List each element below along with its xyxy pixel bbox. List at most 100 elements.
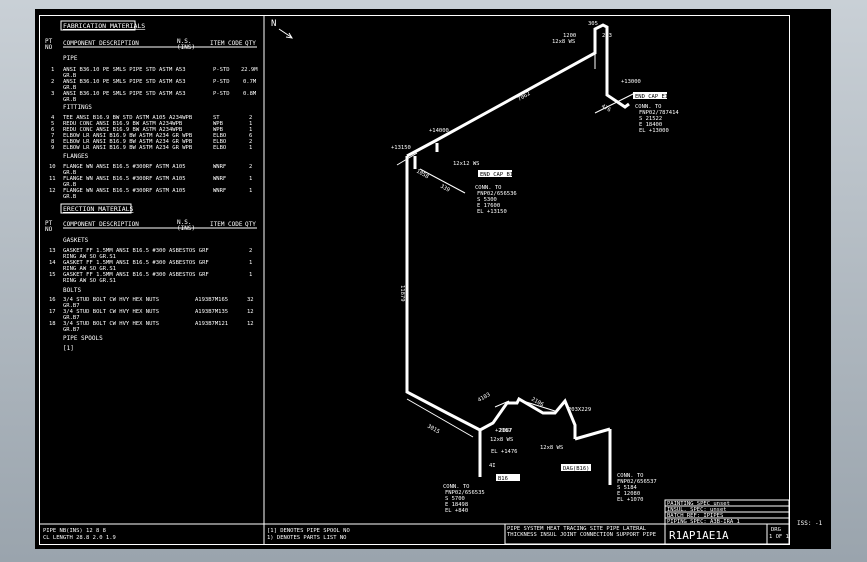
svg-text:ANSI B36.10 PE SMLS PIPE STD A: ANSI B36.10 PE SMLS PIPE STD ASTM A53 — [63, 79, 186, 85]
svg-text:WNRF: WNRF — [213, 176, 226, 182]
svg-text:17: 17 — [49, 309, 56, 315]
svg-text:COMPONENT DESCRIPTION: COMPONENT DESCRIPTION — [63, 221, 139, 228]
svg-text:FLANGE WN ANSI B16.5 #300RF AS: FLANGE WN ANSI B16.5 #300RF ASTM A105 — [63, 176, 186, 182]
svg-text:7062: 7062 — [517, 91, 531, 103]
pipe-spool-item: [1] — [63, 345, 74, 352]
svg-text:A193B7M135: A193B7M135 — [195, 309, 228, 315]
svg-text:18: 18 — [49, 321, 56, 327]
footer-summary: PIPE NB(INS) 12 8 8 CL LENGTH 28.8 2.0 1… — [43, 528, 350, 541]
svg-text:12: 12 — [49, 188, 56, 194]
isometric-drawing-sheet: PT NO FABRICATION MATERIALS COMPONENT DE… — [39, 15, 823, 545]
svg-text:GR.B: GR.B — [63, 194, 77, 200]
issue-label: ISS: -1 — [797, 520, 823, 527]
svg-text:P-STD: P-STD — [213, 67, 230, 73]
drawing-id: R1AP1AE1A — [669, 529, 729, 542]
svg-text:11879: 11879 — [399, 285, 405, 302]
svg-text:3015: 3015 — [426, 424, 440, 436]
svg-text:9: 9 — [51, 145, 54, 151]
svg-text:WNRF: WNRF — [213, 164, 226, 170]
svg-text:EL +13000: EL +13000 — [639, 128, 669, 134]
svg-text:EL +1476: EL +1476 — [491, 449, 518, 455]
svg-text:B16: B16 — [498, 476, 508, 482]
svg-text:EL +1070: EL +1070 — [617, 497, 644, 503]
svg-text:1: 1 — [249, 145, 252, 151]
svg-text:[1] DENOTES PIPE SPOOL NO: [1] DENOTES PIPE SPOOL NO — [267, 528, 350, 534]
svg-text:1 OF 1: 1 OF 1 — [769, 534, 789, 540]
pipe-items: 1 ANSI B36.10 PE SMLS PIPE STD ASTM A53 … — [51, 67, 258, 103]
connection-note-d: CONN. TO FNP02/656537 S 5184 E 12080 EL … — [617, 473, 657, 503]
svg-text:16: 16 — [49, 297, 56, 303]
svg-text:A193B7M165: A193B7M165 — [195, 297, 228, 303]
fittings-header: FITTINGS — [63, 104, 92, 111]
svg-text:GR.B: GR.B — [63, 97, 77, 103]
svg-text:DAG(B16): DAG(B16) — [563, 466, 590, 472]
svg-text:12: 12 — [247, 309, 254, 315]
svg-text:203: 203 — [602, 33, 612, 39]
bom-header: PT NO FABRICATION MATERIALS COMPONENT DE… — [45, 20, 257, 51]
erection-header: PT NO ERECTION MATERIALS COMPONENT DESCR… — [45, 203, 257, 233]
north-arrow: N — [271, 19, 293, 39]
drawing-viewport[interactable]: PT NO FABRICATION MATERIALS COMPONENT DE… — [35, 9, 831, 549]
svg-text:A193B7M121: A193B7M121 — [195, 321, 228, 327]
svg-text:305: 305 — [588, 21, 598, 27]
svg-text:THICKNESS INSUL JOINT CONNECTI: THICKNESS INSUL JOINT CONNECTION SUPPORT… — [507, 532, 656, 538]
svg-text:FLANGE WN ANSI B16.5 #300RF AS: FLANGE WN ANSI B16.5 #300RF ASTM A105 — [63, 188, 186, 194]
svg-text:P-STD: P-STD — [213, 79, 230, 85]
svg-text:ITEM CODE: ITEM CODE — [210, 221, 243, 228]
svg-text:ERECTION MATERIALS: ERECTION MATERIALS — [63, 205, 134, 213]
svg-text:N: N — [271, 19, 276, 29]
svg-text:12: 12 — [247, 321, 254, 327]
col-no: NO — [45, 44, 53, 51]
svg-text:203X229: 203X229 — [568, 407, 591, 413]
svg-text:+13000: +13000 — [621, 79, 641, 85]
svg-text:4I: 4I — [489, 463, 496, 469]
svg-text:13: 13 — [49, 248, 56, 254]
svg-text:10: 10 — [49, 164, 56, 170]
svg-text:DRG: DRG — [771, 527, 781, 533]
svg-text:1058: 1058 — [415, 169, 429, 181]
svg-text:22.9M: 22.9M — [241, 67, 258, 73]
svg-text:ELBO: ELBO — [213, 145, 226, 151]
svg-text:339: 339 — [439, 184, 451, 194]
pipe-spools-header: PIPE SPOOLS — [63, 335, 103, 342]
connection-note-c: CONN. TO FNP02/656535 S 5700 E 18498 EL … — [443, 484, 485, 514]
pipe-header: PIPE — [63, 55, 78, 62]
svg-text:3: 3 — [51, 91, 54, 97]
col-description: COMPONENT DESCRIPTION — [63, 40, 139, 47]
svg-text:EL +13150: EL +13150 — [477, 209, 507, 215]
flange-items: 10 FLANGE WN ANSI B16.5 #300RF ASTM A105G… — [49, 164, 252, 200]
pipe-route-thin — [396, 39, 636, 438]
col-code: ITEM CODE — [210, 40, 243, 47]
svg-text:ANSI B36.10 PE SMLS PIPE STD A: ANSI B36.10 PE SMLS PIPE STD ASTM A53 — [63, 91, 186, 97]
svg-text:+2167: +2167 — [495, 428, 512, 434]
pipe-route — [405, 23, 630, 485]
reducer-labels: 12x8 WS 12x12 WS 12x8 WS 12x8 WS — [453, 39, 575, 451]
svg-text:1: 1 — [249, 176, 252, 182]
svg-text:RING AW SO GR.S1: RING AW SO GR.S1 — [63, 278, 116, 284]
svg-text:1: 1 — [249, 188, 252, 194]
svg-text:END CAP B16: END CAP B16 — [480, 172, 516, 178]
svg-text:GR.B7: GR.B7 — [63, 327, 80, 333]
gaskets-header: GASKETS — [63, 237, 89, 244]
svg-text:4103: 4103 — [477, 392, 491, 404]
svg-text:14: 14 — [49, 260, 56, 266]
elevation-labels: +14000 +13150 +13000 +2167 EL +1476 — [391, 79, 641, 455]
svg-text:0.8M: 0.8M — [243, 91, 257, 97]
svg-text:12x12 WS: 12x12 WS — [453, 161, 480, 167]
svg-text:+14000: +14000 — [429, 128, 449, 134]
svg-text:NO: NO — [45, 226, 53, 233]
svg-text:FLANGE WN ANSI B16.5 #300RF AS: FLANGE WN ANSI B16.5 #300RF ASTM A105 — [63, 164, 186, 170]
svg-text:END CAP E17: END CAP E17 — [635, 94, 671, 100]
svg-text:2: 2 — [249, 248, 252, 254]
connection-note-b: CONN. TO FNP02/656536 S 5300 E 17600 EL … — [475, 185, 517, 215]
dimension-labels: 7062 11879 3015 4103 2106 305 203 476 12… — [399, 21, 612, 435]
svg-text:2: 2 — [51, 79, 54, 85]
svg-text:1) DENOTES PARTS LIST NO: 1) DENOTES PARTS LIST NO — [267, 535, 346, 541]
svg-text:WNRF: WNRF — [213, 188, 226, 194]
svg-text:QTY: QTY — [245, 221, 256, 228]
svg-text:2: 2 — [249, 164, 252, 170]
svg-text:PIPE NB(INS) 12 8 8: PIPE NB(INS) 12 8 8 — [43, 528, 106, 534]
svg-text:12x8 WS: 12x8 WS — [490, 437, 513, 443]
bolts-header: BOLTS — [63, 287, 81, 294]
bolt-items: 16 3/4 STUD BOLT CW HVY HEX NUTSGR.B7A193… — [49, 297, 254, 333]
